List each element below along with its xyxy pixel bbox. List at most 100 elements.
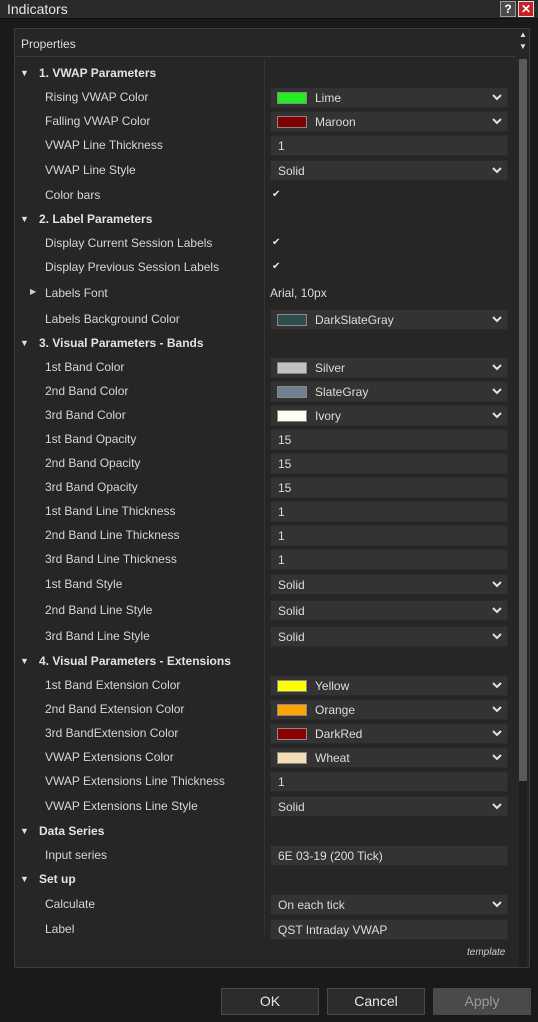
input-value: 1 (278, 775, 285, 789)
category-visual-extensions[interactable]: ▼ 4. Visual Parameters - Extensions (15, 650, 515, 674)
band1-thickness-input[interactable]: 1 (270, 501, 508, 522)
collapse-icon[interactable]: ▼ (20, 338, 30, 348)
select-value: Solid (278, 630, 305, 644)
falling-vwap-color-select[interactable]: Maroon (270, 111, 508, 132)
row-3rd-band-line-style: 3rd Band Line Style Solid (15, 625, 515, 649)
calculate-select[interactable]: On each tick (270, 894, 508, 915)
vwap-ext-thickness-input[interactable]: 1 (270, 771, 508, 792)
labels-font-value[interactable]: Arial, 10px (270, 286, 327, 300)
collapse-icon[interactable]: ▼ (20, 874, 30, 884)
vertical-scrollbar[interactable] (517, 59, 529, 967)
scroll-down-icon[interactable]: ▼ (517, 41, 529, 53)
prop-label: Display Current Session Labels (45, 236, 213, 250)
color-swatch (277, 314, 307, 326)
chevron-down-icon[interactable] (491, 312, 503, 326)
input-series-field[interactable]: 6E 03-19 (200 Tick) (270, 845, 508, 866)
row-label: Label QST Intraday VWAP (15, 918, 515, 942)
chevron-down-icon[interactable] (491, 360, 503, 374)
properties-header: Properties (15, 29, 515, 57)
input-value: QST Intraday VWAP (278, 923, 388, 937)
color-swatch (277, 410, 307, 422)
chevron-down-icon[interactable] (491, 90, 503, 104)
band3-color-select[interactable]: Ivory (270, 405, 508, 426)
rising-vwap-color-select[interactable]: Lime (270, 87, 508, 108)
category-label: 3. Visual Parameters - Bands (39, 336, 204, 350)
chevron-down-icon[interactable] (491, 384, 503, 398)
category-visual-bands[interactable]: ▼ 3. Visual Parameters - Bands (15, 332, 515, 356)
select-value: Solid (278, 604, 305, 618)
row-1st-band-line-thickness: 1st Band Line Thickness 1 (15, 500, 515, 524)
select-value: Solid (278, 164, 305, 178)
select-value: On each tick (278, 898, 345, 912)
row-1st-band-opacity: 1st Band Opacity 15 (15, 428, 515, 452)
band2-opacity-input[interactable]: 15 (270, 453, 508, 474)
chevron-down-icon[interactable] (491, 702, 503, 716)
prop-label: 2nd Band Line Thickness (45, 528, 180, 542)
chevron-down-icon[interactable] (491, 163, 503, 177)
input-value: 15 (278, 481, 292, 495)
band1-opacity-input[interactable]: 15 (270, 429, 508, 450)
chevron-down-icon[interactable] (491, 678, 503, 692)
chevron-down-icon[interactable] (491, 726, 503, 740)
expand-icon[interactable]: ▶ (30, 287, 36, 296)
category-label-parameters[interactable]: ▼ 2. Label Parameters (15, 208, 515, 232)
band3-style-select[interactable]: Solid (270, 626, 508, 647)
display-current-labels-checkbox[interactable]: ✔ (272, 238, 283, 249)
category-label: 1. VWAP Parameters (39, 66, 157, 80)
cancel-button[interactable]: Cancel (327, 988, 425, 1015)
band1-style-select[interactable]: Solid (270, 574, 508, 595)
apply-button[interactable]: Apply (433, 988, 531, 1015)
band2-style-select[interactable]: Solid (270, 600, 508, 621)
color-swatch (277, 116, 307, 128)
row-display-previous-session-labels: Display Previous Session Labels ✔ (15, 256, 515, 280)
ext2-color-select[interactable]: Orange (270, 699, 508, 720)
prop-label: 2nd Band Opacity (45, 456, 141, 470)
display-previous-labels-checkbox[interactable]: ✔ (272, 262, 283, 273)
chevron-down-icon[interactable] (491, 897, 503, 911)
labels-background-color-select[interactable]: DarkSlateGray (270, 309, 508, 330)
collapse-icon[interactable]: ▼ (20, 214, 30, 224)
prop-label: 1st Band Style (45, 577, 123, 591)
vwap-line-thickness-input[interactable]: 1 (270, 135, 508, 156)
row-2nd-band-extension-color: 2nd Band Extension Color Orange (15, 698, 515, 722)
vwap-ext-color-select[interactable]: Wheat (270, 747, 508, 768)
collapse-icon[interactable]: ▼ (20, 656, 30, 666)
chevron-down-icon[interactable] (491, 799, 503, 813)
vwap-line-style-select[interactable]: Solid (270, 160, 508, 181)
vwap-ext-style-select[interactable]: Solid (270, 796, 508, 817)
row-vwap-line-style: VWAP Line Style Solid (15, 159, 515, 183)
scroll-up-icon[interactable]: ▲ (517, 29, 529, 41)
close-button[interactable]: ✕ (518, 1, 534, 17)
collapse-icon[interactable]: ▼ (20, 68, 30, 78)
chevron-down-icon[interactable] (491, 750, 503, 764)
row-3rd-band-color: 3rd Band Color Ivory (15, 404, 515, 428)
band3-opacity-input[interactable]: 15 (270, 477, 508, 498)
template-link[interactable]: template (467, 947, 505, 958)
scrollbar-thumb[interactable] (519, 59, 527, 781)
help-icon: ? (504, 2, 512, 16)
help-button[interactable]: ? (500, 1, 516, 17)
category-vwap-parameters[interactable]: ▼ 1. VWAP Parameters (15, 62, 515, 86)
color-swatch (277, 752, 307, 764)
band1-color-select[interactable]: Silver (270, 357, 508, 378)
chevron-down-icon[interactable] (491, 114, 503, 128)
chevron-down-icon[interactable] (491, 629, 503, 643)
band2-color-select[interactable]: SlateGray (270, 381, 508, 402)
chevron-down-icon[interactable] (491, 603, 503, 617)
prop-label: 3rd Band Line Style (45, 629, 150, 643)
band3-thickness-input[interactable]: 1 (270, 549, 508, 570)
ext1-color-select[interactable]: Yellow (270, 675, 508, 696)
prop-label: 3rd BandExtension Color (45, 726, 179, 740)
chevron-down-icon[interactable] (491, 408, 503, 422)
category-set-up[interactable]: ▼ Set up (15, 868, 515, 892)
label-input[interactable]: QST Intraday VWAP (270, 919, 508, 940)
color-bars-checkbox[interactable]: ✔ (272, 190, 283, 201)
ext3-color-select[interactable]: DarkRed (270, 723, 508, 744)
chevron-down-icon[interactable] (491, 577, 503, 591)
band2-thickness-input[interactable]: 1 (270, 525, 508, 546)
category-data-series[interactable]: ▼ Data Series (15, 820, 515, 844)
collapse-icon[interactable]: ▼ (20, 826, 30, 836)
ok-button[interactable]: OK (221, 988, 319, 1015)
prop-label: VWAP Extensions Color (45, 750, 174, 764)
header-scroll-arrows[interactable]: ▲ ▼ (517, 29, 529, 57)
